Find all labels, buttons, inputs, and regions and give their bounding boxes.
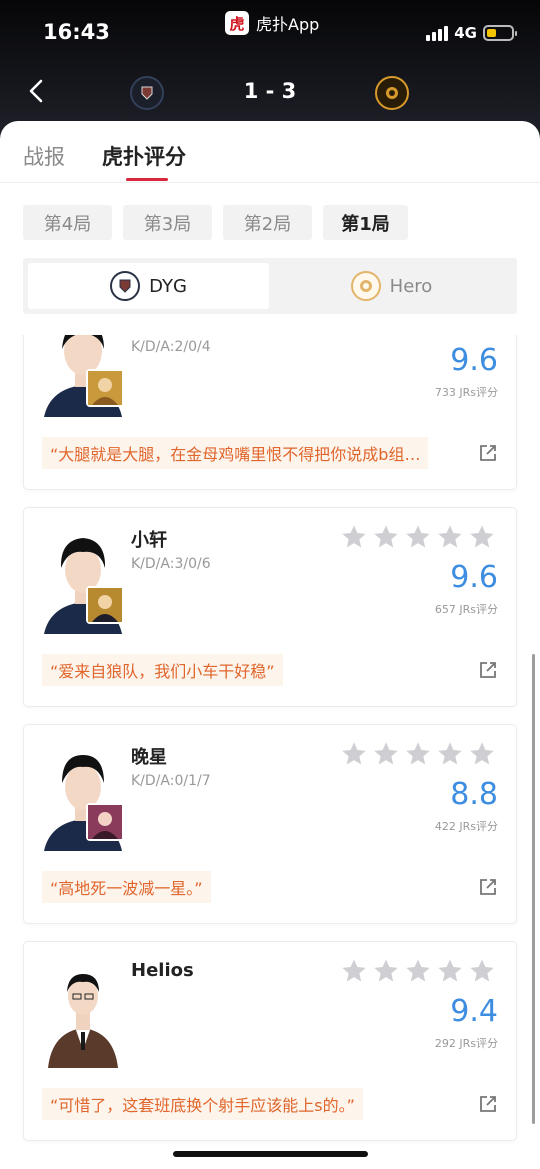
status-indicators: 4G	[426, 24, 517, 42]
share-icon[interactable]	[478, 443, 498, 463]
hero-portrait	[86, 803, 124, 841]
coach-avatar	[42, 960, 124, 1068]
star-icon[interactable]	[372, 957, 400, 985]
rating-count: 733 JRs评分	[434, 386, 498, 399]
status-time: 16:43	[43, 20, 110, 44]
share-icon[interactable]	[478, 1094, 498, 1114]
top-comment[interactable]: “大腿就是大腿，在金母鸡嘴里恨不得把你说成b组…	[42, 437, 429, 469]
home-indicator[interactable]	[173, 1151, 368, 1157]
tab-report[interactable]: 战报	[23, 141, 65, 171]
app-name: 虎扑App	[256, 15, 320, 34]
scrollbar[interactable]	[532, 654, 535, 1124]
player-card[interactable]: Helios 9.4 292 JRs评分 “可惜了，这套班底换个射手应该能上s的…	[23, 941, 517, 1141]
hupu-logo-icon: 虎	[225, 11, 249, 35]
share-icon[interactable]	[478, 877, 498, 897]
team-tab-dyg[interactable]: DYG	[28, 263, 269, 309]
star-icon[interactable]	[404, 740, 432, 768]
star-icon[interactable]	[468, 523, 496, 551]
star-icon[interactable]	[372, 523, 400, 551]
star-icon[interactable]	[340, 523, 368, 551]
star-icon[interactable]	[468, 957, 496, 985]
share-icon[interactable]	[478, 660, 498, 680]
star-icon[interactable]	[340, 740, 368, 768]
game-tab-3[interactable]: 第3局	[123, 205, 212, 240]
game-tab-1[interactable]: 第1局	[323, 205, 408, 240]
battery-icon	[483, 25, 517, 41]
star-rating[interactable]	[340, 740, 496, 768]
star-rating[interactable]	[340, 523, 496, 551]
network-type: 4G	[454, 24, 477, 42]
tab-rating[interactable]: 虎扑评分	[102, 141, 186, 171]
player-kda: K/D/A:0/1/7	[131, 773, 211, 789]
player-score: 9.6	[450, 343, 498, 378]
player-rating-list: K/D/A:2/0/4 9.6 733 JRs评分 “大腿就是大腿，在金母鸡嘴里…	[0, 335, 540, 1169]
rating-count: 657 JRs评分	[434, 603, 498, 616]
player-score: 9.6	[450, 560, 498, 595]
rating-count: 422 JRs评分	[434, 820, 498, 833]
player-card[interactable]: K/D/A:2/0/4 9.6 733 JRs评分 “大腿就是大腿，在金母鸡嘴里…	[23, 335, 517, 490]
team-label-dyg: DYG	[149, 275, 187, 297]
star-icon[interactable]	[436, 523, 464, 551]
team-switch: DYG Hero	[23, 258, 517, 314]
star-icon[interactable]	[404, 523, 432, 551]
player-name: Helios	[131, 960, 194, 981]
top-comment[interactable]: “高地死一波减一星。”	[42, 871, 211, 903]
player-kda: K/D/A:2/0/4	[131, 339, 211, 355]
main-tabs: 战报 虎扑评分	[0, 121, 540, 183]
star-icon[interactable]	[436, 957, 464, 985]
player-score: 8.8	[450, 777, 498, 812]
star-icon[interactable]	[340, 957, 368, 985]
signal-icon	[426, 25, 449, 41]
hero-logo-icon	[350, 271, 381, 301]
hero-portrait	[86, 369, 124, 407]
star-icon[interactable]	[468, 740, 496, 768]
app-badge[interactable]: 虎 虎扑App	[225, 11, 319, 35]
star-icon[interactable]	[372, 740, 400, 768]
player-name: 晚星	[131, 747, 167, 768]
match-score: 1 - 3	[243, 79, 297, 103]
hero-portrait	[86, 586, 124, 624]
star-icon[interactable]	[436, 740, 464, 768]
hero-logo-icon[interactable]	[375, 76, 409, 110]
player-score: 9.4	[450, 994, 498, 1029]
top-comment[interactable]: “爱来自狼队，我们小车干好稳”	[42, 654, 283, 686]
top-comment[interactable]: “可惜了，这套班底换个射手应该能上s的。”	[42, 1088, 363, 1120]
rating-count: 292 JRs评分	[434, 1037, 498, 1050]
star-icon[interactable]	[404, 957, 432, 985]
content-sheet: 战报 虎扑评分 第4局 第3局 第2局 第1局 DYG Hero K/D/A:2…	[0, 121, 540, 1169]
game-tabs: 第4局 第3局 第2局 第1局	[23, 205, 408, 240]
player-kda: K/D/A:3/0/6	[131, 556, 211, 572]
game-tab-4[interactable]: 第4局	[23, 205, 112, 240]
dyg-logo-icon	[110, 271, 141, 301]
team-tab-hero[interactable]: Hero	[271, 263, 512, 309]
active-tab-indicator	[126, 178, 168, 181]
player-card[interactable]: 晚星 K/D/A:0/1/7 8.8 422 JRs评分 “高地死一波减一星。”	[23, 724, 517, 924]
team-label-hero: Hero	[389, 275, 433, 297]
player-name: 小轩	[131, 530, 167, 551]
player-card[interactable]: 小轩 K/D/A:3/0/6 9.6 657 JRs评分 “爱来自狼队，我们小车…	[23, 507, 517, 707]
star-rating[interactable]	[340, 957, 496, 985]
game-tab-2[interactable]: 第2局	[223, 205, 312, 240]
